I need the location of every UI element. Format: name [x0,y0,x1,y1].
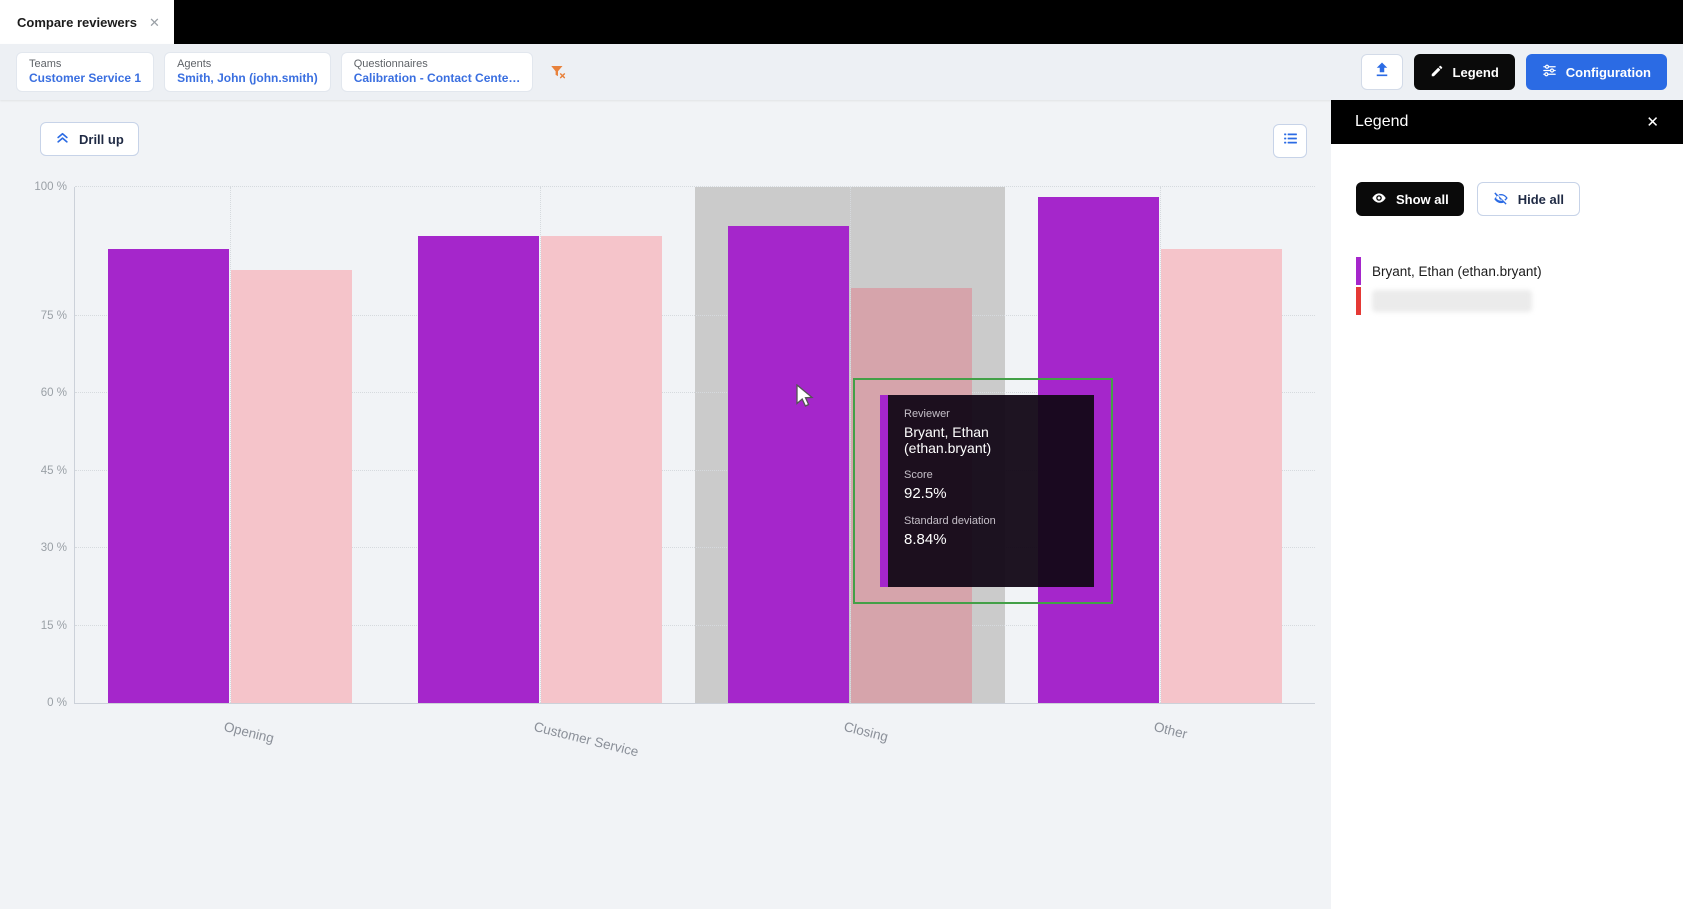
bar-series-0[interactable] [108,249,229,703]
y-axis-tick-label: 30 % [13,542,67,554]
tooltip-score-value: 92.5% [904,485,1078,502]
drill-up-button[interactable]: Drill up [40,122,139,156]
list-view-button[interactable] [1273,124,1307,158]
filter-bar-actions: Legend Configuration [1361,54,1667,90]
legend-panel-title: Legend [1355,113,1408,131]
list-view-icon [1282,130,1299,152]
bar-series-1[interactable] [1161,249,1282,703]
legend-items-list: Bryant, Ethan (ethan.bryant) [1356,256,1658,316]
bar-series-0[interactable] [418,236,539,703]
pencil-icon [1430,64,1444,81]
x-axis-category-label: Closing [842,719,889,744]
tooltip-content: Reviewer Bryant, Ethan (ethan.bryant) Sc… [888,395,1094,587]
configuration-button-label: Configuration [1566,65,1651,80]
bar-series-0[interactable] [728,226,849,703]
y-axis-tick-label: 60 % [13,387,67,399]
chip-label: Teams [29,58,141,70]
tooltip-highlight-frame: Reviewer Bryant, Ethan (ethan.bryant) Sc… [853,378,1113,604]
legend-item-redacted-name [1372,290,1532,312]
legend-item[interactable] [1356,286,1658,316]
tab-compare-reviewers[interactable]: Compare reviewers ✕ [0,0,174,44]
eye-off-icon [1493,190,1509,209]
tooltip-reviewer-value: Bryant, Ethan (ethan.bryant) [904,424,1078,456]
upload-icon [1373,61,1391,84]
chart-region: Drill up 100 %75 %60 %45 %30 %15 %0 %Ope… [0,100,1331,909]
filter-bar: Teams Customer Service 1 Agents Smith, J… [0,44,1683,100]
export-button[interactable] [1361,54,1403,90]
x-axis-category-label: Other [1152,719,1188,742]
double-chevron-up-icon [55,130,70,148]
chip-value: Calibration - Contact Cente… [354,71,521,85]
tab-close-icon[interactable]: ✕ [149,16,160,29]
show-all-button[interactable]: Show all [1356,182,1464,216]
legend-panel-buttons: Show all Hide all [1356,182,1658,216]
tooltip-std-value: 8.84% [904,531,1078,548]
bar-series-1[interactable] [541,236,662,703]
main-content: Drill up 100 %75 %60 %45 %30 %15 %0 %Ope… [0,100,1683,909]
filter-remove-icon[interactable] [549,63,567,81]
legend-panel-header: Legend ✕ [1331,100,1683,144]
legend-button-label: Legend [1453,65,1499,80]
bar-group-opening [75,187,385,703]
tooltip-reviewer-label: Reviewer [904,408,1078,420]
bar-series-1[interactable] [231,270,352,703]
chip-value: Customer Service 1 [29,71,141,85]
show-all-label: Show all [1396,192,1449,207]
tooltip-std-label: Standard deviation [904,515,1078,527]
configuration-button[interactable]: Configuration [1526,54,1667,90]
hide-all-label: Hide all [1518,192,1564,207]
chart-tooltip: Reviewer Bryant, Ethan (ethan.bryant) Sc… [880,395,1094,587]
bar-chart-plot: 100 %75 %60 %45 %30 %15 %0 %OpeningCusto… [74,187,1315,704]
y-axis-tick-label: 0 % [13,697,67,709]
bar-groups [75,187,1315,703]
legend-button[interactable]: Legend [1414,54,1515,90]
x-axis-category-label: Customer Service [532,719,640,760]
legend-item-name: Bryant, Ethan (ethan.bryant) [1372,264,1542,279]
legend-panel-body: Show all Hide all Bryant, Ethan (ethan.b… [1331,144,1683,316]
legend-panel: Legend ✕ Show all Hide all Bryant, Eth [1331,100,1683,909]
filter-chip-teams[interactable]: Teams Customer Service 1 [16,52,154,92]
bar-group-customer-service [385,187,695,703]
legend-panel-close-icon[interactable]: ✕ [1646,113,1659,131]
eye-icon [1371,190,1387,209]
legend-item[interactable]: Bryant, Ethan (ethan.bryant) [1356,256,1658,286]
y-axis-tick-label: 75 % [13,310,67,322]
tune-icon [1542,63,1557,81]
x-axis-category-label: Opening [222,719,275,746]
tab-bar: Compare reviewers ✕ [0,0,1683,44]
drill-up-label: Drill up [79,132,124,147]
y-axis-tick-label: 45 % [13,465,67,477]
y-axis-tick-label: 15 % [13,620,67,632]
y-axis-tick-label: 100 % [13,181,67,193]
tooltip-series-color-strip [880,395,888,587]
legend-item-color-bar [1356,257,1361,285]
filter-chip-agents[interactable]: Agents Smith, John (john.smith) [164,52,331,92]
filter-chip-questionnaires[interactable]: Questionnaires Calibration - Contact Cen… [341,52,534,92]
legend-item-color-bar [1356,287,1361,315]
chip-label: Questionnaires [354,58,521,70]
tab-title: Compare reviewers [17,15,137,30]
hide-all-button[interactable]: Hide all [1477,182,1580,216]
chip-value: Smith, John (john.smith) [177,71,318,85]
chip-label: Agents [177,58,318,70]
tooltip-score-label: Score [904,469,1078,481]
